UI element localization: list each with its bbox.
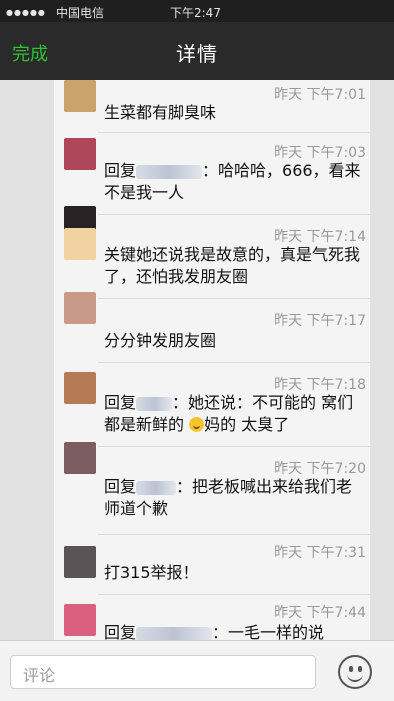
avatar[interactable] [64, 80, 96, 112]
comment-input[interactable]: 评论 [10, 655, 316, 689]
comment-item[interactable]: 昨天 下午7:17 分分钟发朋友圈 [54, 292, 370, 363]
divider [98, 534, 370, 535]
comment-text: 分分钟发朋友圈 [104, 331, 217, 350]
status-time: 下午2:47 [170, 6, 221, 20]
divider [98, 298, 370, 299]
comment-input-bar: 评论 [0, 640, 394, 701]
smiley-icon[interactable] [338, 655, 372, 689]
divider [98, 362, 370, 363]
comment-time: 昨天 下午7:03 [274, 145, 366, 161]
comment-time: 昨天 下午7:44 [274, 605, 366, 621]
divider [98, 594, 370, 595]
comment-text: 生菜都有脚臭味 [104, 103, 217, 122]
comment-text: 打315举报！ [104, 563, 199, 582]
reply-prefix: 回复 [104, 477, 137, 496]
avatar[interactable] [64, 442, 96, 474]
avatar[interactable] [64, 372, 96, 404]
divider [98, 132, 370, 133]
carrier-name: 中国电信 [56, 6, 105, 20]
comment-item[interactable]: 昨天 下午7:18 回复 ：她还说：不可能的 窝们都是新鲜的 妈的 太臭了 [54, 366, 370, 447]
comment-text: 关键她还说我是故意的，真是气死我了，还怕我发朋友圈 [104, 245, 361, 286]
comment-text: 回复 ：一毛一样的说 [104, 622, 364, 640]
nav-bar: 完成 详情 [0, 22, 394, 80]
reply-body-end: 妈的 太臭了 [204, 415, 290, 434]
reply-prefix: 回复 [104, 393, 137, 412]
reply-body: ：一毛一样的说 [212, 623, 325, 640]
comment-time: 昨天 下午7:14 [274, 229, 366, 245]
comment-time: 昨天 下午7:17 [274, 313, 366, 329]
background-left [0, 80, 54, 640]
blurred-username[interactable] [136, 626, 213, 640]
avatar-overlay [64, 228, 96, 260]
signal-strength-icon: ●●●●● [6, 8, 46, 17]
comment-item[interactable]: 昨天 下午7:14 关键她还说我是故意的，真是气死我了，还怕我发朋友圈 [54, 206, 370, 299]
divider [98, 446, 370, 447]
divider [98, 214, 370, 215]
blurred-username[interactable] [136, 480, 177, 495]
reply-prefix: 回复 [104, 161, 137, 180]
smile-emoji-icon [189, 417, 205, 432]
comment-text: 回复 ：哈哈哈，666，看来不是我一人 [104, 160, 364, 204]
comment-item[interactable]: 昨天 下午7:01 生菜都有脚臭味 [54, 80, 370, 133]
comment-item[interactable]: 昨天 下午7:20 回复 ：把老板喊出来给我们老师道个歉 [54, 442, 370, 535]
comment-text: 回复 ：把老板喊出来给我们老师道个歉 [104, 476, 364, 520]
avatar[interactable] [64, 546, 96, 578]
comment-time: 昨天 下午7:31 [274, 545, 366, 561]
background-right [370, 80, 394, 640]
avatar[interactable] [64, 292, 96, 324]
blurred-username[interactable] [136, 164, 203, 179]
status-bar: ●●●●● 中国电信 下午2:47 [0, 0, 394, 22]
comment-item[interactable]: 昨天 下午7:44 回复 ：一毛一样的说 [54, 598, 370, 640]
comment-item[interactable]: 昨天 下午7:31 打315举报！ [54, 536, 370, 595]
avatar[interactable] [64, 138, 96, 170]
comment-time: 昨天 下午7:20 [274, 461, 366, 477]
page-title: 详情 [176, 42, 218, 66]
comment-item[interactable]: 昨天 下午7:03 回复 ：哈哈哈，666，看来不是我一人 [54, 134, 370, 215]
comment-time: 昨天 下午7:01 [274, 87, 366, 103]
blurred-username[interactable] [136, 396, 173, 411]
comment-time: 昨天 下午7:18 [274, 377, 366, 393]
reply-prefix: 回复 [104, 623, 137, 640]
comment-text: 回复 ：她还说：不可能的 窝们都是新鲜的 妈的 太臭了 [104, 392, 364, 436]
avatar[interactable] [64, 604, 96, 636]
